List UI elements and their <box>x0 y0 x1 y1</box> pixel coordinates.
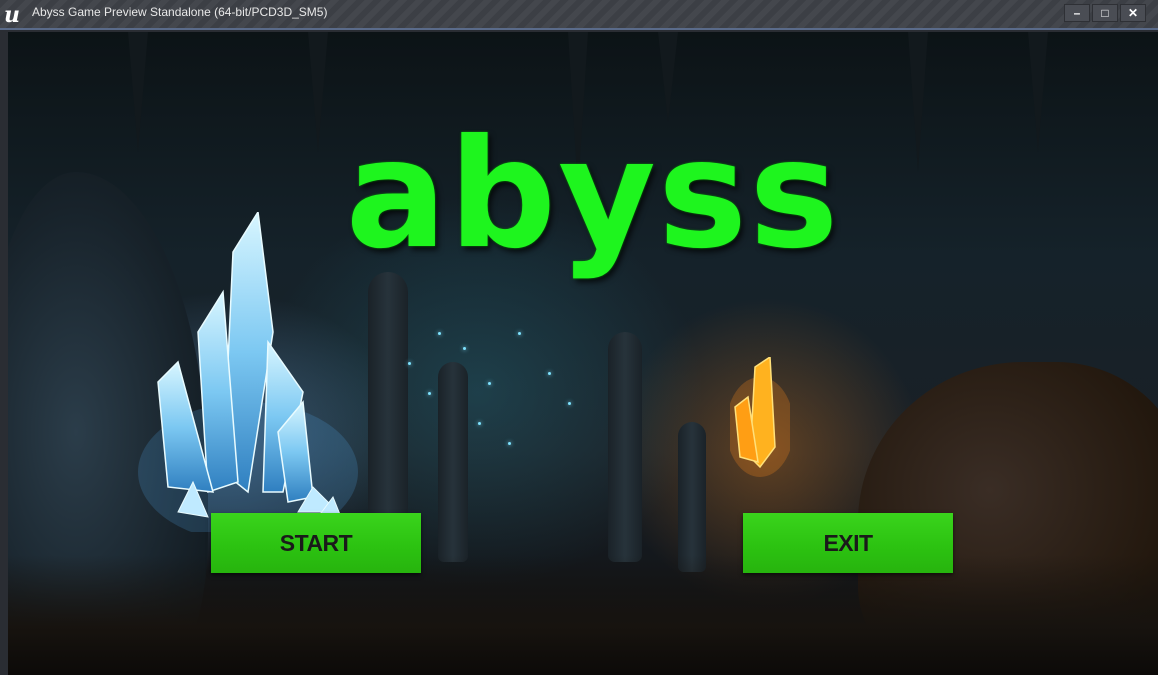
rock-pillar <box>608 332 642 562</box>
minimize-button[interactable]: – <box>1064 4 1090 22</box>
game-logo: abyss <box>345 108 841 282</box>
glow-particle <box>408 362 411 365</box>
stalactite <box>128 32 148 152</box>
glow-particle <box>548 372 551 375</box>
close-button[interactable]: ✕ <box>1120 4 1146 22</box>
window-title: Abyss Game Preview Standalone (64-bit/PC… <box>32 5 328 19</box>
stalactite <box>908 32 928 172</box>
glow-particle <box>463 347 466 350</box>
glow-particle <box>568 402 571 405</box>
unreal-engine-logo-icon: u <box>4 2 20 28</box>
glow-particle <box>478 422 481 425</box>
glow-particle <box>438 332 441 335</box>
rock-pillar <box>438 362 468 562</box>
glow-particle <box>518 332 521 335</box>
window-controls: – □ ✕ <box>1064 4 1146 22</box>
blue-crystal-cluster-icon <box>138 212 358 532</box>
window-titlebar: u Abyss Game Preview Standalone (64-bit/… <box>0 0 1158 30</box>
maximize-button[interactable]: □ <box>1092 4 1118 22</box>
exit-button[interactable]: EXIT <box>743 513 953 573</box>
start-button[interactable]: START <box>211 513 421 573</box>
glow-particle <box>428 392 431 395</box>
stalactite <box>308 32 328 152</box>
game-viewport[interactable]: abyss START EXIT <box>8 32 1158 675</box>
stalactite <box>1028 32 1048 152</box>
rock-pillar <box>678 422 706 572</box>
orange-crystal-icon <box>730 357 790 477</box>
cave-floor <box>8 555 1158 675</box>
rock-pillar <box>368 272 408 532</box>
glow-particle <box>508 442 511 445</box>
glow-particle <box>488 382 491 385</box>
